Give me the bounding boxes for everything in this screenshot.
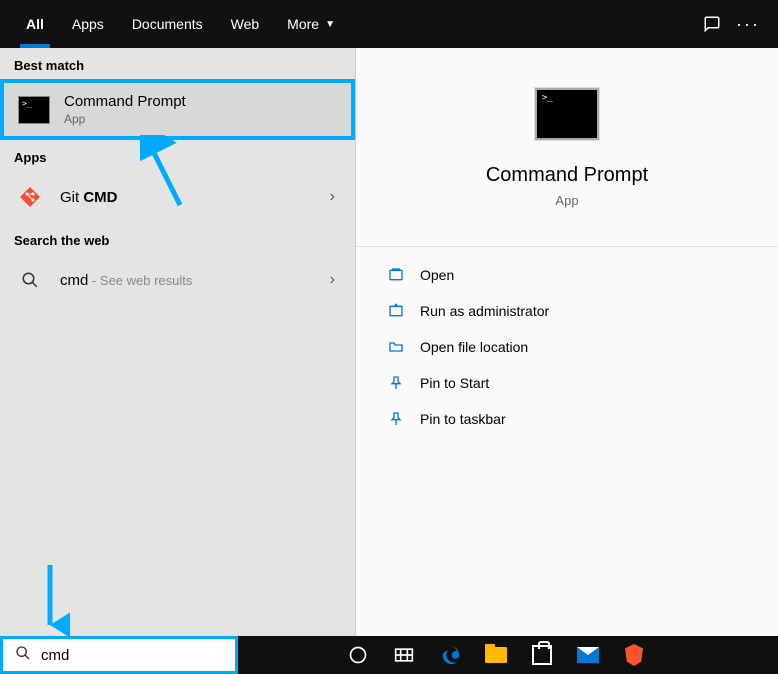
result-web-search[interactable]: cmd - See web results › bbox=[0, 254, 355, 306]
action-pin-taskbar[interactable]: Pin to taskbar bbox=[386, 401, 748, 437]
open-icon bbox=[386, 267, 406, 283]
tab-all[interactable]: All bbox=[12, 0, 58, 48]
brave-icon[interactable] bbox=[614, 636, 654, 674]
results-pane: Best match Command Prompt App Apps Git C… bbox=[0, 48, 355, 636]
chevron-down-icon: ▼ bbox=[325, 19, 335, 30]
result-title: cmd - See web results bbox=[60, 272, 324, 289]
preview-title: Command Prompt bbox=[376, 164, 758, 187]
admin-icon bbox=[386, 303, 406, 319]
cortana-icon[interactable] bbox=[338, 636, 378, 674]
action-run-admin[interactable]: Run as administrator bbox=[386, 293, 748, 329]
preview-pane: Command Prompt App Open Run as administr… bbox=[355, 48, 778, 636]
action-open-location[interactable]: Open file location bbox=[386, 329, 748, 365]
tab-more[interactable]: More▼ bbox=[273, 0, 349, 48]
options-icon[interactable]: ··· bbox=[738, 14, 758, 34]
store-icon[interactable] bbox=[522, 636, 562, 674]
command-prompt-icon bbox=[18, 94, 50, 126]
search-box[interactable] bbox=[0, 636, 238, 674]
result-command-prompt[interactable]: Command Prompt App bbox=[0, 79, 355, 140]
result-title: Command Prompt bbox=[64, 93, 337, 110]
result-subtitle: App bbox=[64, 112, 337, 126]
pin-icon bbox=[386, 375, 406, 391]
preview-subtitle: App bbox=[376, 193, 758, 208]
file-explorer-icon[interactable] bbox=[476, 636, 516, 674]
pin-icon bbox=[386, 411, 406, 427]
action-open[interactable]: Open bbox=[386, 257, 748, 293]
section-apps: Apps bbox=[0, 140, 355, 171]
search-input[interactable] bbox=[41, 647, 240, 664]
search-icon bbox=[15, 645, 31, 666]
action-pin-start[interactable]: Pin to Start bbox=[386, 365, 748, 401]
task-view-icon[interactable] bbox=[384, 636, 424, 674]
mail-icon[interactable] bbox=[568, 636, 608, 674]
chevron-right-icon[interactable]: › bbox=[324, 271, 341, 289]
command-prompt-icon bbox=[535, 88, 599, 140]
section-best-match: Best match bbox=[0, 48, 355, 79]
tab-documents[interactable]: Documents bbox=[118, 0, 217, 48]
chevron-right-icon[interactable]: › bbox=[324, 188, 341, 206]
search-icon bbox=[14, 264, 46, 296]
taskbar bbox=[238, 636, 778, 674]
result-git-cmd[interactable]: Git CMD › bbox=[0, 171, 355, 223]
tab-apps[interactable]: Apps bbox=[58, 0, 118, 48]
search-filter-tabs: All Apps Documents Web More▼ ··· bbox=[0, 0, 778, 48]
edge-icon[interactable] bbox=[430, 636, 470, 674]
result-title: Git CMD bbox=[60, 189, 324, 206]
tab-web[interactable]: Web bbox=[217, 0, 274, 48]
section-search-web: Search the web bbox=[0, 223, 355, 254]
folder-icon bbox=[386, 339, 406, 355]
git-icon bbox=[14, 181, 46, 213]
feedback-icon[interactable] bbox=[702, 14, 722, 34]
